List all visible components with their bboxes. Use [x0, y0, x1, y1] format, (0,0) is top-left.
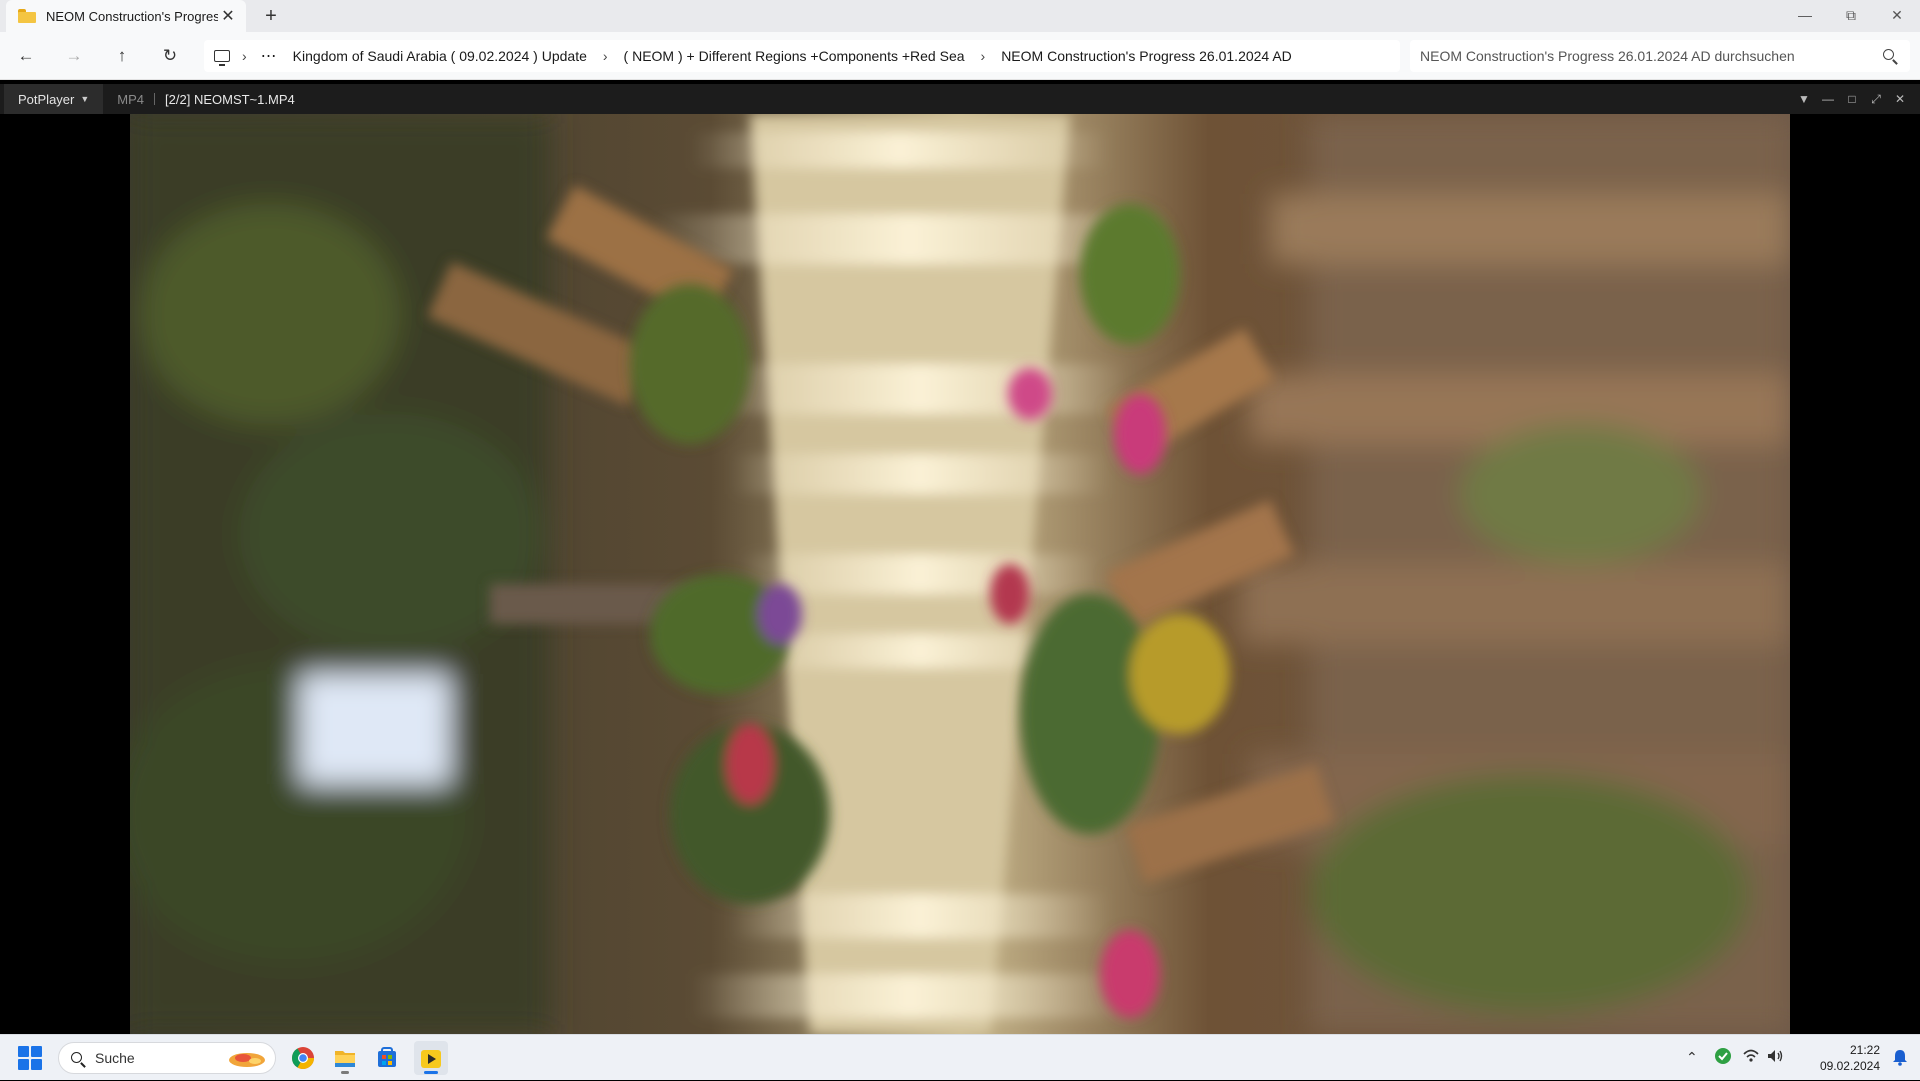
clock-date: 09.02.2024 — [1819, 1059, 1880, 1073]
up-arrow-icon[interactable]: ↑ — [108, 42, 136, 70]
potplayer-window: PotPlayer ▼ MP4 [2/2] NEOMST~1.MP4 ▼ — □… — [0, 84, 1920, 1034]
file-explorer-icon[interactable] — [328, 1041, 362, 1075]
chrome-icon[interactable] — [286, 1041, 320, 1075]
breadcrumb-neom-progress[interactable]: NEOM Construction's Progress 26.01.2024 … — [999, 48, 1294, 64]
breadcrumb-neom-regions[interactable]: ( NEOM ) + Different Regions +Components… — [622, 48, 967, 64]
security-icon[interactable] — [1714, 1047, 1732, 1068]
chevron-right-icon[interactable]: › — [981, 48, 986, 64]
potplayer-menu-label: PotPlayer — [18, 91, 75, 107]
potplayer-menu-button[interactable]: PotPlayer ▼ — [4, 84, 104, 114]
search-icon — [71, 1052, 82, 1063]
microsoft-store-icon[interactable] — [370, 1041, 404, 1075]
minimize-button[interactable]: — — [1782, 0, 1828, 30]
explorer-tab[interactable]: NEOM Construction's Progress ✕ — [6, 0, 246, 32]
clock[interactable]: 21:22 09.02.2024 — [1820, 1042, 1880, 1074]
notification-bell-icon[interactable] — [1892, 1048, 1908, 1069]
video-frame-image — [130, 114, 1790, 1034]
search-icon[interactable] — [1883, 49, 1894, 60]
windows-start-icon[interactable] — [18, 1046, 42, 1070]
taskbar: Suche ⌃ 21:22 09.02.2024 — [0, 1034, 1920, 1080]
tab-title: NEOM Construction's Progress — [46, 8, 218, 24]
player-window-controls: ▼ — □ ⤢ ✕ — [1794, 84, 1910, 114]
close-icon[interactable]: ✕ — [1890, 92, 1910, 106]
tab-close-icon[interactable]: ✕ — [218, 6, 238, 26]
search-highlight-icon — [229, 1053, 265, 1067]
breadcrumb-saudi-arabia[interactable]: Kingdom of Saudi Arabia ( 09.02.2024 ) U… — [291, 48, 589, 64]
navigation-bar: ← → ↑ ↻ › ⋯ Kingdom of Saudi Arabia ( 09… — [0, 32, 1920, 80]
close-window-button[interactable]: ✕ — [1874, 0, 1920, 30]
new-tab-button[interactable]: + — [258, 4, 284, 28]
folder-icon — [18, 9, 36, 23]
chevron-up-icon[interactable]: ⌃ — [1686, 1049, 1698, 1066]
address-bar[interactable]: › ⋯ Kingdom of Saudi Arabia ( 09.02.2024… — [204, 40, 1400, 72]
folder-search[interactable] — [1410, 40, 1910, 72]
potplayer-icon[interactable] — [414, 1041, 448, 1075]
restore-button[interactable]: ⧉ — [1828, 0, 1874, 30]
more-icon[interactable]: ⋯ — [261, 46, 277, 66]
media-file-name: [2/2] NEOMST~1.MP4 — [165, 91, 295, 107]
taskbar-search-box[interactable]: Suche — [58, 1042, 276, 1074]
active-indicator — [424, 1071, 438, 1074]
video-frame[interactable] — [130, 114, 1790, 1034]
refresh-icon[interactable]: ↻ — [156, 42, 184, 70]
pin-icon[interactable]: ▼ — [1794, 92, 1814, 106]
system-tray: ⌃ 21:22 09.02.2024 — [1680, 1035, 1920, 1081]
chevron-right-icon[interactable]: › — [242, 48, 247, 64]
media-format: MP4 — [117, 91, 145, 107]
forward-arrow-icon[interactable]: → — [60, 42, 88, 70]
chevron-down-icon: ▼ — [80, 94, 90, 104]
chevron-right-icon[interactable]: › — [603, 48, 608, 64]
window-controls: — ⧉ ✕ — [1782, 0, 1920, 32]
clock-time: 21:22 — [1849, 1043, 1880, 1057]
back-arrow-icon[interactable]: ← — [12, 42, 40, 70]
tab-strip: NEOM Construction's Progress ✕ + — ⧉ ✕ — [0, 0, 1920, 32]
fullscreen-icon[interactable]: ⤢ — [1866, 92, 1886, 107]
minimize-icon[interactable]: — — [1818, 92, 1838, 106]
player-title-bar[interactable]: PotPlayer ▼ MP4 [2/2] NEOMST~1.MP4 ▼ — □… — [0, 84, 1920, 114]
volume-icon[interactable] — [1766, 1048, 1784, 1067]
folder-search-input[interactable] — [1420, 48, 1860, 64]
divider — [154, 93, 156, 105]
taskbar-search-label: Suche — [95, 1050, 135, 1066]
wifi-icon[interactable] — [1742, 1048, 1760, 1067]
maximize-icon[interactable]: □ — [1842, 92, 1862, 106]
this-pc-icon[interactable] — [214, 50, 230, 66]
running-indicator — [341, 1071, 349, 1074]
